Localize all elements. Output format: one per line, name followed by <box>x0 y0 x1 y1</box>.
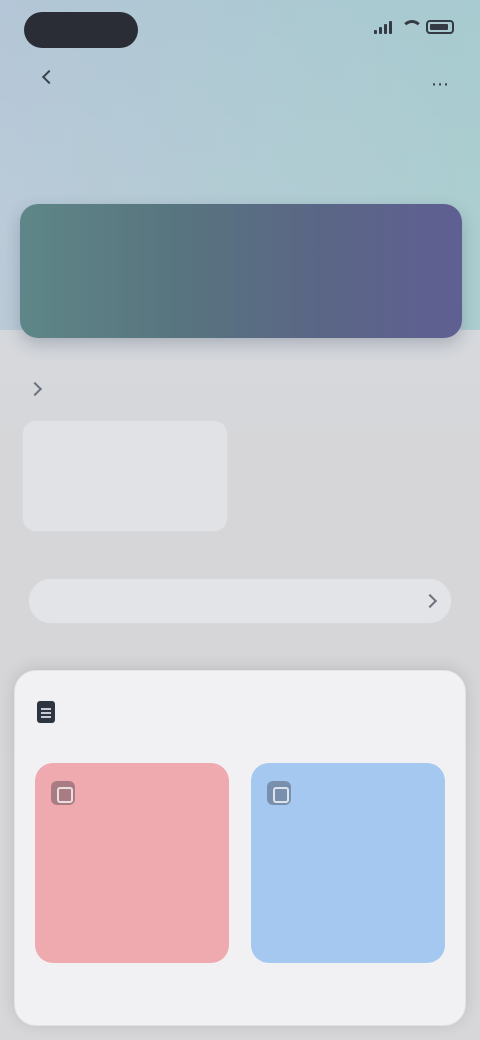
status-bar <box>0 0 480 60</box>
chevron-right-icon <box>27 381 43 397</box>
signal-icon <box>374 20 392 34</box>
more-icon: ⋯ <box>431 73 449 94</box>
section-title[interactable] <box>22 381 43 397</box>
chevron-right-icon <box>422 593 438 609</box>
more-button[interactable]: ⋯ <box>428 72 452 96</box>
status-icons <box>374 20 454 34</box>
battery-icon <box>426 20 454 34</box>
tile-left[interactable] <box>35 763 229 963</box>
tile-right[interactable] <box>251 763 445 963</box>
sheet-header <box>37 697 443 727</box>
chevron-left-icon <box>41 69 57 85</box>
tile-icon <box>267 781 291 805</box>
stat-card[interactable] <box>22 420 228 532</box>
doc-icon <box>37 701 55 723</box>
wifi-icon <box>400 20 423 34</box>
sheet-title <box>37 701 65 723</box>
nav-row: ⋯ <box>0 66 480 102</box>
bottom-sheet <box>14 670 466 1026</box>
time-pill <box>24 12 138 48</box>
tile-icon <box>51 781 75 805</box>
screen: ⋯ <box>0 0 480 1040</box>
action-row[interactable] <box>28 578 452 624</box>
hero-card[interactable] <box>20 204 462 338</box>
back-button[interactable] <box>41 69 58 85</box>
